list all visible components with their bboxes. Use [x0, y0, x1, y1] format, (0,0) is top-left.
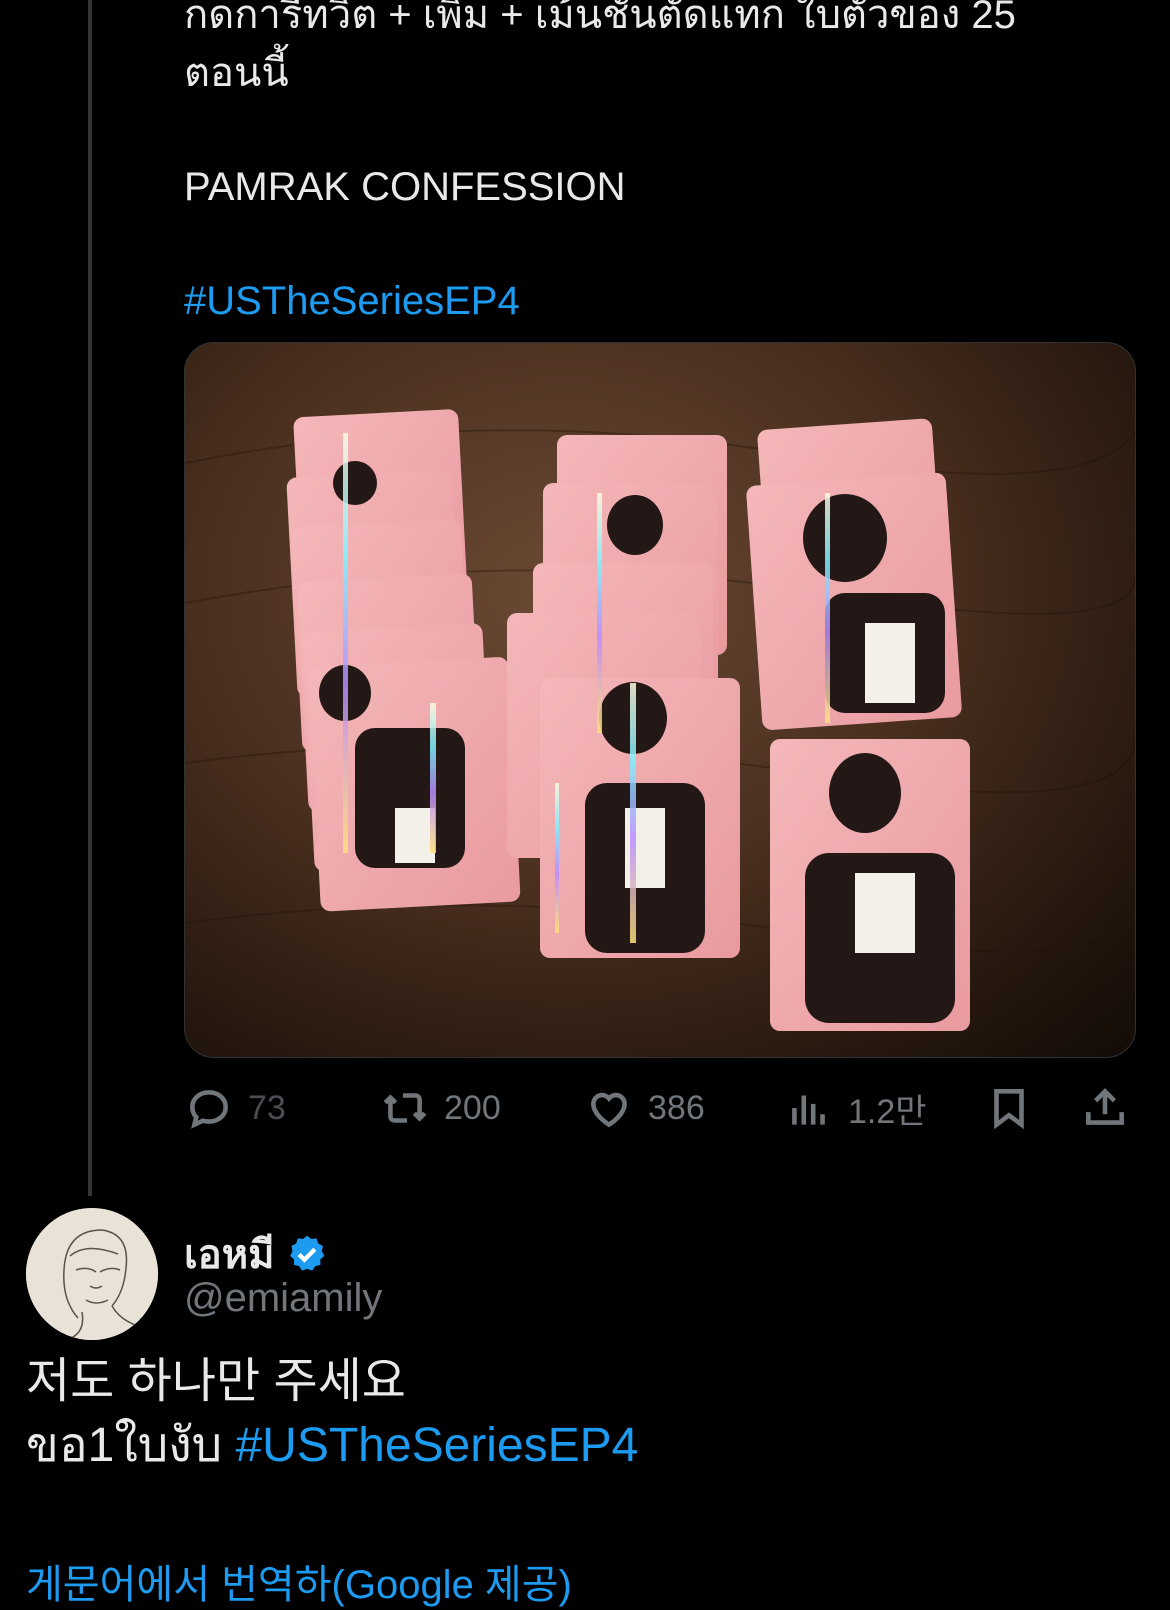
bookmark-button[interactable] — [984, 1078, 1034, 1138]
tweet-text-line-2: ตอนนี้ — [184, 51, 289, 95]
share-icon — [1086, 1088, 1124, 1125]
reply-text-line-2: ขอ1ใบงับ #USTheSeriesEP4 — [26, 1414, 638, 1478]
reply-hashtag-link[interactable]: #USTheSeriesEP4 — [235, 1419, 638, 1472]
tweet-photo[interactable] — [184, 342, 1136, 1058]
views-count: 1.2만 — [848, 1092, 927, 1131]
like-count: 386 — [648, 1088, 705, 1127]
tweet-text-line-1: กดการีทวิต + เพิ่ม + เม้นชั้นตัดแทก ใบตั… — [184, 0, 1016, 37]
translate-link[interactable]: 게문어에서 번역하(Google 제공) — [26, 1552, 572, 1610]
photocards-on-table-image — [185, 409, 1135, 1031]
bookmark-icon — [994, 1089, 1024, 1130]
reply-icon — [190, 1090, 228, 1129]
retweet-button[interactable]: 200 — [380, 1078, 501, 1138]
tweet-hashtag-link[interactable]: #USTheSeriesEP4 — [184, 272, 1124, 330]
retweet-icon — [383, 1093, 427, 1123]
reply-text-line-2-text: ขอ1ใบงับ — [26, 1419, 236, 1472]
heart-icon — [591, 1092, 627, 1128]
views-icon — [792, 1095, 825, 1125]
tweet-text-title: PAMRAK CONFESSION — [184, 165, 626, 209]
retweet-count: 200 — [444, 1088, 501, 1127]
verified-badge-icon — [290, 1235, 325, 1271]
tweet-action-bar: 73 200 386 1.2만 — [184, 1078, 1134, 1138]
reply-button[interactable]: 73 — [184, 1078, 286, 1138]
share-button[interactable] — [1080, 1078, 1130, 1138]
views-button[interactable]: 1.2만 — [784, 1078, 927, 1138]
tweet-body: กดการีทวิต + เพิ่ม + เม้นชั้นตัดแทก ใบตั… — [184, 0, 1124, 330]
reply-count: 73 — [248, 1088, 286, 1127]
reply-body: 저도 하나만 주세요 ขอ1ใบงับ #USTheSeriesEP4 — [26, 1350, 638, 1478]
thread-connector-line — [88, 0, 92, 1196]
reply-text-line-1: 저도 하나만 주세요 — [26, 1355, 406, 1408]
author-handle[interactable]: @emiamily — [184, 1276, 382, 1321]
sketch-portrait-avatar-image — [26, 1208, 158, 1340]
like-button[interactable]: 386 — [584, 1078, 705, 1138]
avatar[interactable] — [26, 1208, 158, 1340]
